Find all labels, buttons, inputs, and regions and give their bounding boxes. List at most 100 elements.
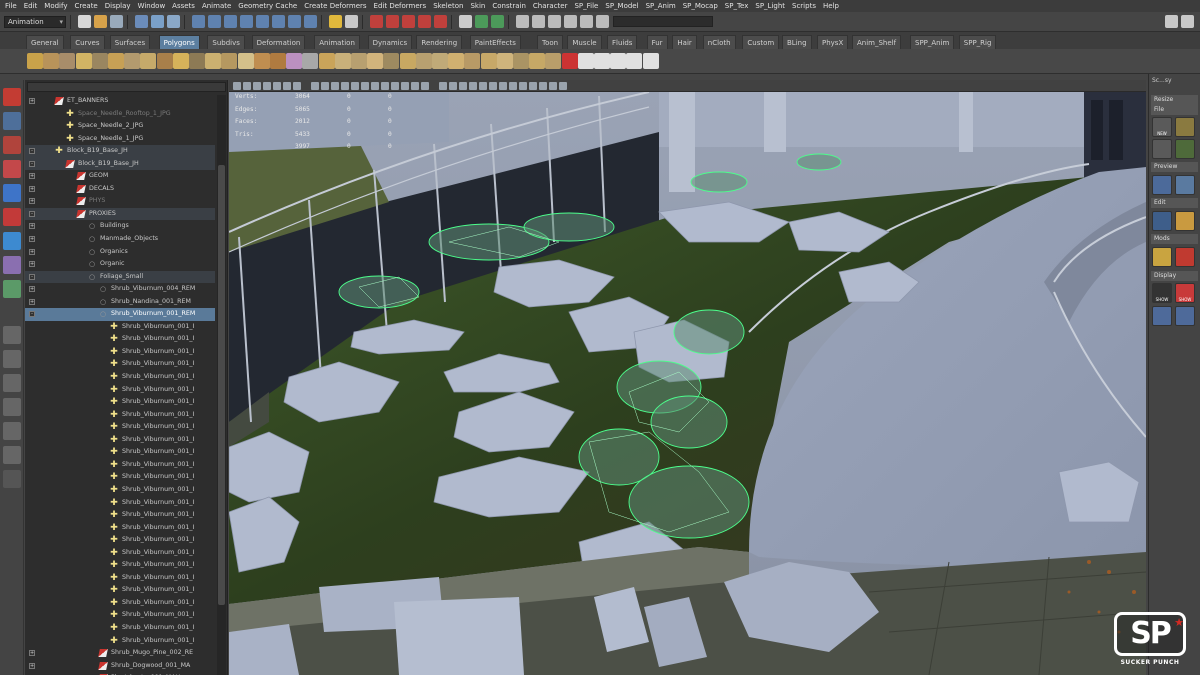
- section-display[interactable]: Display: [1151, 271, 1198, 281]
- quick-select-field[interactable]: [613, 16, 713, 27]
- lasso-tool-icon[interactable]: [3, 112, 21, 130]
- viewport-tool-2-icon[interactable]: [243, 82, 251, 90]
- outliner-row[interactable]: ✚ Shrub_Viburnum_001_I: [25, 547, 215, 560]
- scene-tool-5-icon[interactable]: [1152, 175, 1172, 195]
- tab-general[interactable]: General: [26, 35, 64, 49]
- outliner-row[interactable]: ✚ Space_Needle_1_JPG: [25, 133, 215, 146]
- shelf-tool-1-icon[interactable]: [27, 53, 43, 69]
- select-hierarchy-icon[interactable]: [135, 15, 148, 28]
- mask-handles-icon[interactable]: [192, 15, 205, 28]
- shelf-tool-4-icon[interactable]: [75, 53, 92, 69]
- shelf-tool-30-icon[interactable]: [496, 53, 513, 69]
- viewport-tool-23-icon[interactable]: [469, 82, 477, 90]
- outliner-filter-field[interactable]: [27, 82, 226, 92]
- tab-rendering[interactable]: Rendering: [416, 35, 463, 49]
- select-component-icon[interactable]: [167, 15, 180, 28]
- tab-spp-rig[interactable]: SPP_Rig: [958, 35, 997, 49]
- outliner-row[interactable]: + GEOM: [25, 170, 215, 183]
- menu-sp-anim[interactable]: SP_Anim: [644, 2, 681, 10]
- outliner-row[interactable]: ✚ Shrub_Viburnum_001_I: [25, 321, 215, 334]
- scene-tool-8-icon[interactable]: [1175, 211, 1195, 231]
- shelf-tool-24-icon[interactable]: [399, 53, 416, 69]
- expand-icon[interactable]: +: [29, 98, 35, 104]
- shelf-tool-27-icon[interactable]: [448, 53, 465, 69]
- viewport-tool-1-icon[interactable]: [233, 82, 241, 90]
- scene-tool-9-icon[interactable]: [1152, 247, 1172, 267]
- menu-geometry-cache[interactable]: Geometry Cache: [236, 2, 302, 10]
- outliner-row[interactable]: ✚ Shrub_Viburnum_001_I: [25, 497, 215, 510]
- shelf-tool-17-icon[interactable]: [286, 53, 303, 69]
- outliner-row[interactable]: + ET_BANNERS: [25, 95, 215, 108]
- outliner-row[interactable]: ✚ Shrub_Viburnum_001_I: [25, 459, 215, 472]
- scene-tool-3-icon[interactable]: [1152, 139, 1172, 159]
- construction-history-icon[interactable]: [491, 15, 504, 28]
- tab-bling[interactable]: BLing: [782, 35, 812, 49]
- outliner-row[interactable]: - ✚ Block_B19_Base_JH: [25, 145, 215, 158]
- shelf-tool-31-icon[interactable]: [513, 53, 529, 69]
- toggle-channel-box-icon[interactable]: [1165, 15, 1178, 28]
- menu-edit[interactable]: Edit: [22, 2, 43, 10]
- shelf-tool-6-icon[interactable]: [108, 53, 124, 69]
- outliner-row[interactable]: ✚ Shrub_Viburnum_001_I: [25, 584, 215, 597]
- save-scene-icon[interactable]: [110, 15, 123, 28]
- collapse-icon[interactable]: -: [29, 210, 35, 217]
- shelf-tool-29-icon[interactable]: [480, 53, 497, 69]
- scrollbar-thumb[interactable]: [218, 165, 225, 605]
- mask-rendering-icon[interactable]: [288, 15, 301, 28]
- menu-sp-tex[interactable]: SP_Tex: [723, 2, 754, 10]
- outliner-row[interactable]: + ○ Shrub_Nandina_001_REM: [25, 296, 215, 309]
- menu-modify[interactable]: Modify: [42, 2, 72, 10]
- viewport-tool-7-icon[interactable]: [293, 82, 301, 90]
- hypershade-icon[interactable]: [580, 15, 593, 28]
- menu-help[interactable]: Help: [821, 2, 844, 10]
- viewport-tool-21-icon[interactable]: [449, 82, 457, 90]
- shelf-tool-16-icon[interactable]: [270, 53, 286, 69]
- lock-selection-icon[interactable]: [329, 15, 342, 28]
- shelf-tool-14-icon[interactable]: [237, 53, 254, 69]
- outliner-row[interactable]: ✚ Shrub_Viburnum_001_I: [25, 534, 215, 547]
- shelf-tool-37-icon[interactable]: [610, 53, 627, 69]
- expand-icon[interactable]: +: [29, 185, 35, 192]
- menu-assets[interactable]: Assets: [170, 2, 200, 10]
- collapse-icon[interactable]: -: [29, 148, 35, 155]
- scene-tool-14-icon[interactable]: [1175, 306, 1195, 326]
- shelf-tool-23-icon[interactable]: [383, 53, 400, 69]
- viewport-tool-31-icon[interactable]: [549, 82, 557, 90]
- menu-skin[interactable]: Skin: [468, 2, 490, 10]
- layout-four-icon[interactable]: [3, 350, 21, 368]
- outliner-row[interactable]: ✚ Shrub_Viburnum_001_I: [25, 559, 215, 572]
- outliner-row[interactable]: + PHYS: [25, 195, 215, 208]
- menu-animate[interactable]: Animate: [200, 2, 236, 10]
- tab-dynamics[interactable]: Dynamics: [367, 35, 413, 49]
- shelf-tool-33-icon[interactable]: [545, 53, 562, 69]
- tab-custom[interactable]: Custom: [742, 35, 780, 49]
- viewport-tool-6-icon[interactable]: [283, 82, 291, 90]
- shelf-tool-9-icon[interactable]: [156, 53, 173, 69]
- tab-ncloth[interactable]: nCloth: [702, 35, 736, 49]
- menu-display[interactable]: Display: [103, 2, 136, 10]
- outliner-row[interactable]: + ○ Buildings: [25, 220, 215, 233]
- outliner-row[interactable]: ✚ Shrub_Viburnum_001_I: [25, 471, 215, 484]
- mask-misc-icon[interactable]: [304, 15, 317, 28]
- outliner-row[interactable]: ✚ Space_Needle_Rooftop_1_JPG: [25, 108, 215, 121]
- section-mods[interactable]: Mods: [1151, 234, 1198, 244]
- shelf-tool-19-icon[interactable]: [318, 53, 335, 69]
- shelf-tool-21-icon[interactable]: [351, 53, 367, 69]
- outliner-row[interactable]: ✚ Shrub_Viburnum_001_I: [25, 346, 215, 359]
- outliner-row[interactable]: ✚ Shrub_Viburnum_001_I: [25, 396, 215, 409]
- shelf-tool-8-icon[interactable]: [140, 53, 157, 69]
- viewport-tool-11-icon[interactable]: [341, 82, 349, 90]
- tab-painteffects[interactable]: PaintEffects: [469, 35, 521, 49]
- menu-sp-mocap[interactable]: SP_Mocap: [681, 2, 723, 10]
- shelf-tool-2-icon[interactable]: [43, 53, 60, 69]
- tab-anim-shelf[interactable]: Anim_Shelf: [852, 35, 902, 49]
- shelf-tool-3-icon[interactable]: [59, 53, 76, 69]
- shelf-tool-7-icon[interactable]: [124, 53, 141, 69]
- snap-view-plane-icon[interactable]: [418, 15, 431, 28]
- shelf-tool-26-icon[interactable]: [432, 53, 448, 69]
- viewport-tool-4-icon[interactable]: [263, 82, 271, 90]
- outliner-row[interactable]: - ○ Foliage_Small: [25, 270, 215, 284]
- shelf-tool-22-icon[interactable]: [367, 53, 384, 69]
- section-resize[interactable]: Resize: [1151, 95, 1198, 105]
- viewport-tool-30-icon[interactable]: [539, 82, 547, 90]
